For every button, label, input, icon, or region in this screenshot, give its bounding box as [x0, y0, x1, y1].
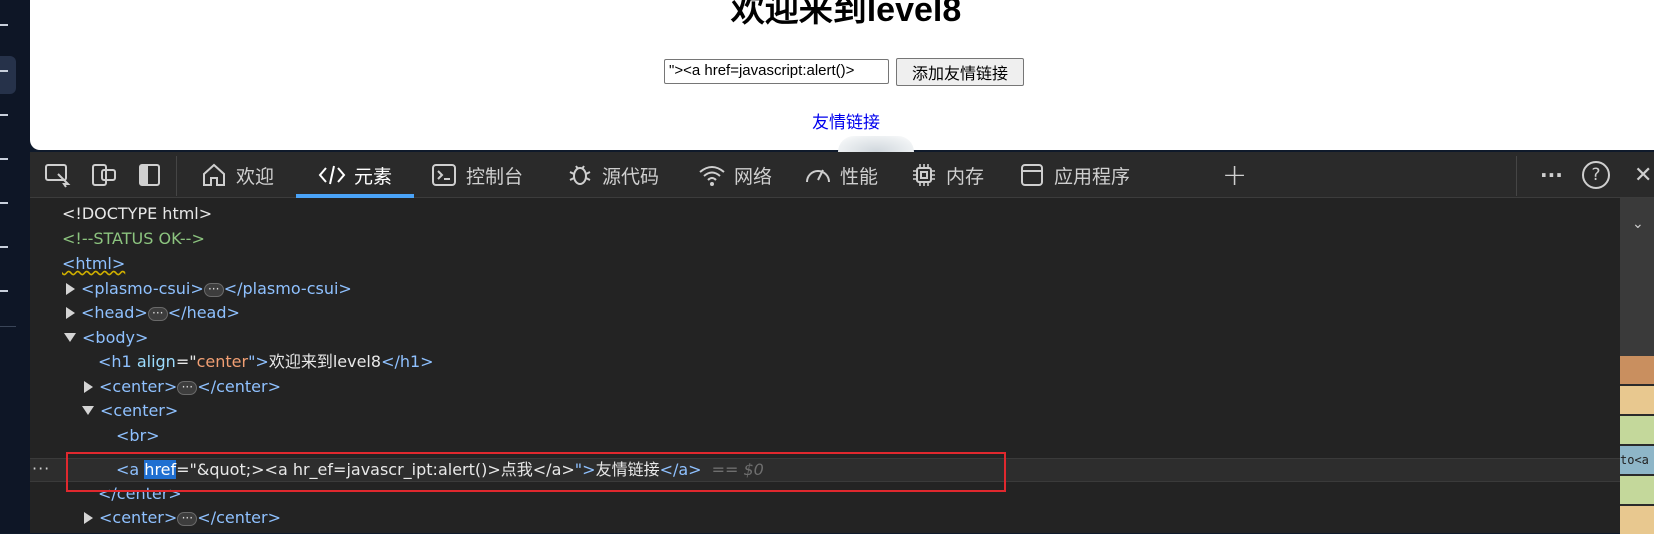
- rail-tab-icon[interactable]: [0, 114, 8, 116]
- rail-tab-icon[interactable]: [0, 202, 8, 204]
- sidebar-toggle-icon[interactable]: [136, 162, 164, 188]
- collapsed-ellipsis[interactable]: ···: [147, 307, 168, 321]
- gauge-icon: [804, 161, 832, 189]
- wifi-icon: [698, 161, 726, 189]
- more-tools-button[interactable]: ···: [1540, 152, 1563, 198]
- dom-plasmo-csui[interactable]: <plasmo-csui> ··· </plasmo-csui>: [66, 277, 352, 301]
- dom-center-expanded[interactable]: <center>: [82, 399, 178, 423]
- node-actions-icon[interactable]: ···: [32, 459, 50, 478]
- console-icon: [430, 161, 458, 189]
- close-devtools-button[interactable]: ✕: [1634, 152, 1652, 198]
- box-model-swatch: [1620, 356, 1654, 384]
- collapse-arrow-icon[interactable]: [64, 333, 76, 342]
- tab-elements[interactable]: 元素: [296, 152, 414, 198]
- dom-comment[interactable]: <!--STATUS OK-->: [62, 227, 205, 251]
- collapsed-ellipsis[interactable]: ···: [203, 283, 224, 297]
- box-model-swatch: [1620, 386, 1654, 414]
- box-model-swatch: [1620, 476, 1654, 504]
- tab-sources[interactable]: 源代码: [566, 152, 659, 198]
- rail-tab-icon[interactable]: [0, 70, 8, 72]
- dom-center-collapsed[interactable]: <center> ··· </center>: [84, 375, 281, 399]
- collapsed-ellipsis[interactable]: ···: [177, 381, 198, 395]
- dom-doctype[interactable]: <!DOCTYPE html>: [62, 202, 212, 226]
- help-button[interactable]: ?: [1582, 152, 1610, 198]
- browser-side-rail: [0, 0, 30, 533]
- box-model-swatch: [1620, 416, 1654, 444]
- inspect-icon[interactable]: [44, 162, 72, 188]
- tab-console[interactable]: 控制台: [430, 152, 523, 198]
- rail-tab-icon[interactable]: [0, 246, 8, 248]
- bug-icon: [566, 161, 594, 189]
- devtools-toolbar: 欢迎 元素 控制台 源代码 网络 性能 内存 应用程序 + ··· ? ✕: [30, 152, 1654, 198]
- dom-br[interactable]: <br>: [116, 424, 160, 448]
- box-model-swatch: [1620, 506, 1654, 534]
- side-text: to<a: [1620, 446, 1654, 474]
- tab-welcome[interactable]: 欢迎: [200, 152, 274, 198]
- expand-arrow-icon[interactable]: [84, 381, 93, 393]
- expand-arrow-icon[interactable]: [66, 307, 75, 319]
- page-image: [838, 136, 914, 152]
- device-emulation-icon[interactable]: [90, 162, 118, 188]
- home-icon: [200, 161, 228, 189]
- web-page: 欢迎来到level8 "><a href=javascript:alert()>…: [30, 0, 1654, 152]
- window-icon: [1018, 161, 1046, 189]
- collapse-arrow-icon[interactable]: [82, 406, 94, 415]
- dom-head[interactable]: <head> ··· </head>: [66, 301, 240, 325]
- dom-body[interactable]: <body>: [64, 326, 148, 350]
- rail-tab-icon[interactable]: [0, 158, 8, 160]
- friend-link[interactable]: 友情链接: [34, 108, 1654, 133]
- tab-performance[interactable]: 性能: [804, 152, 878, 198]
- rail-tab-icon[interactable]: [0, 290, 8, 292]
- chevron-down-icon[interactable]: ⌄: [1632, 216, 1644, 232]
- add-tab-button[interactable]: +: [1222, 152, 1247, 198]
- dom-center-collapsed-2[interactable]: <center> ··· </center>: [84, 506, 281, 530]
- toolbar-divider: [1516, 156, 1517, 196]
- add-link-button[interactable]: 添加友情链接: [896, 58, 1024, 86]
- chip-icon: [910, 161, 938, 189]
- rail-tab-icon[interactable]: [0, 24, 8, 26]
- tab-application[interactable]: 应用程序: [1018, 152, 1130, 198]
- tab-memory[interactable]: 内存: [910, 152, 984, 198]
- tab-network[interactable]: 网络: [698, 152, 772, 198]
- collapsed-ellipsis[interactable]: ···: [177, 512, 198, 526]
- rail-divider: [0, 326, 16, 327]
- dom-h1[interactable]: <h1 align="center">欢迎来到level8</h1>: [98, 350, 434, 374]
- link-input[interactable]: "><a href=javascript:alert()>: [664, 59, 889, 84]
- rail-selected-tab[interactable]: [0, 56, 16, 94]
- help-icon: ?: [1582, 161, 1610, 189]
- toolbar-divider: [176, 156, 177, 196]
- dom-html[interactable]: <html>: [62, 252, 125, 276]
- annotation-highlight-box: [66, 452, 1006, 492]
- page-heading: 欢迎来到level8: [730, 0, 962, 29]
- expand-arrow-icon[interactable]: [84, 512, 93, 524]
- expand-arrow-icon[interactable]: [66, 283, 75, 295]
- code-icon: [318, 161, 346, 189]
